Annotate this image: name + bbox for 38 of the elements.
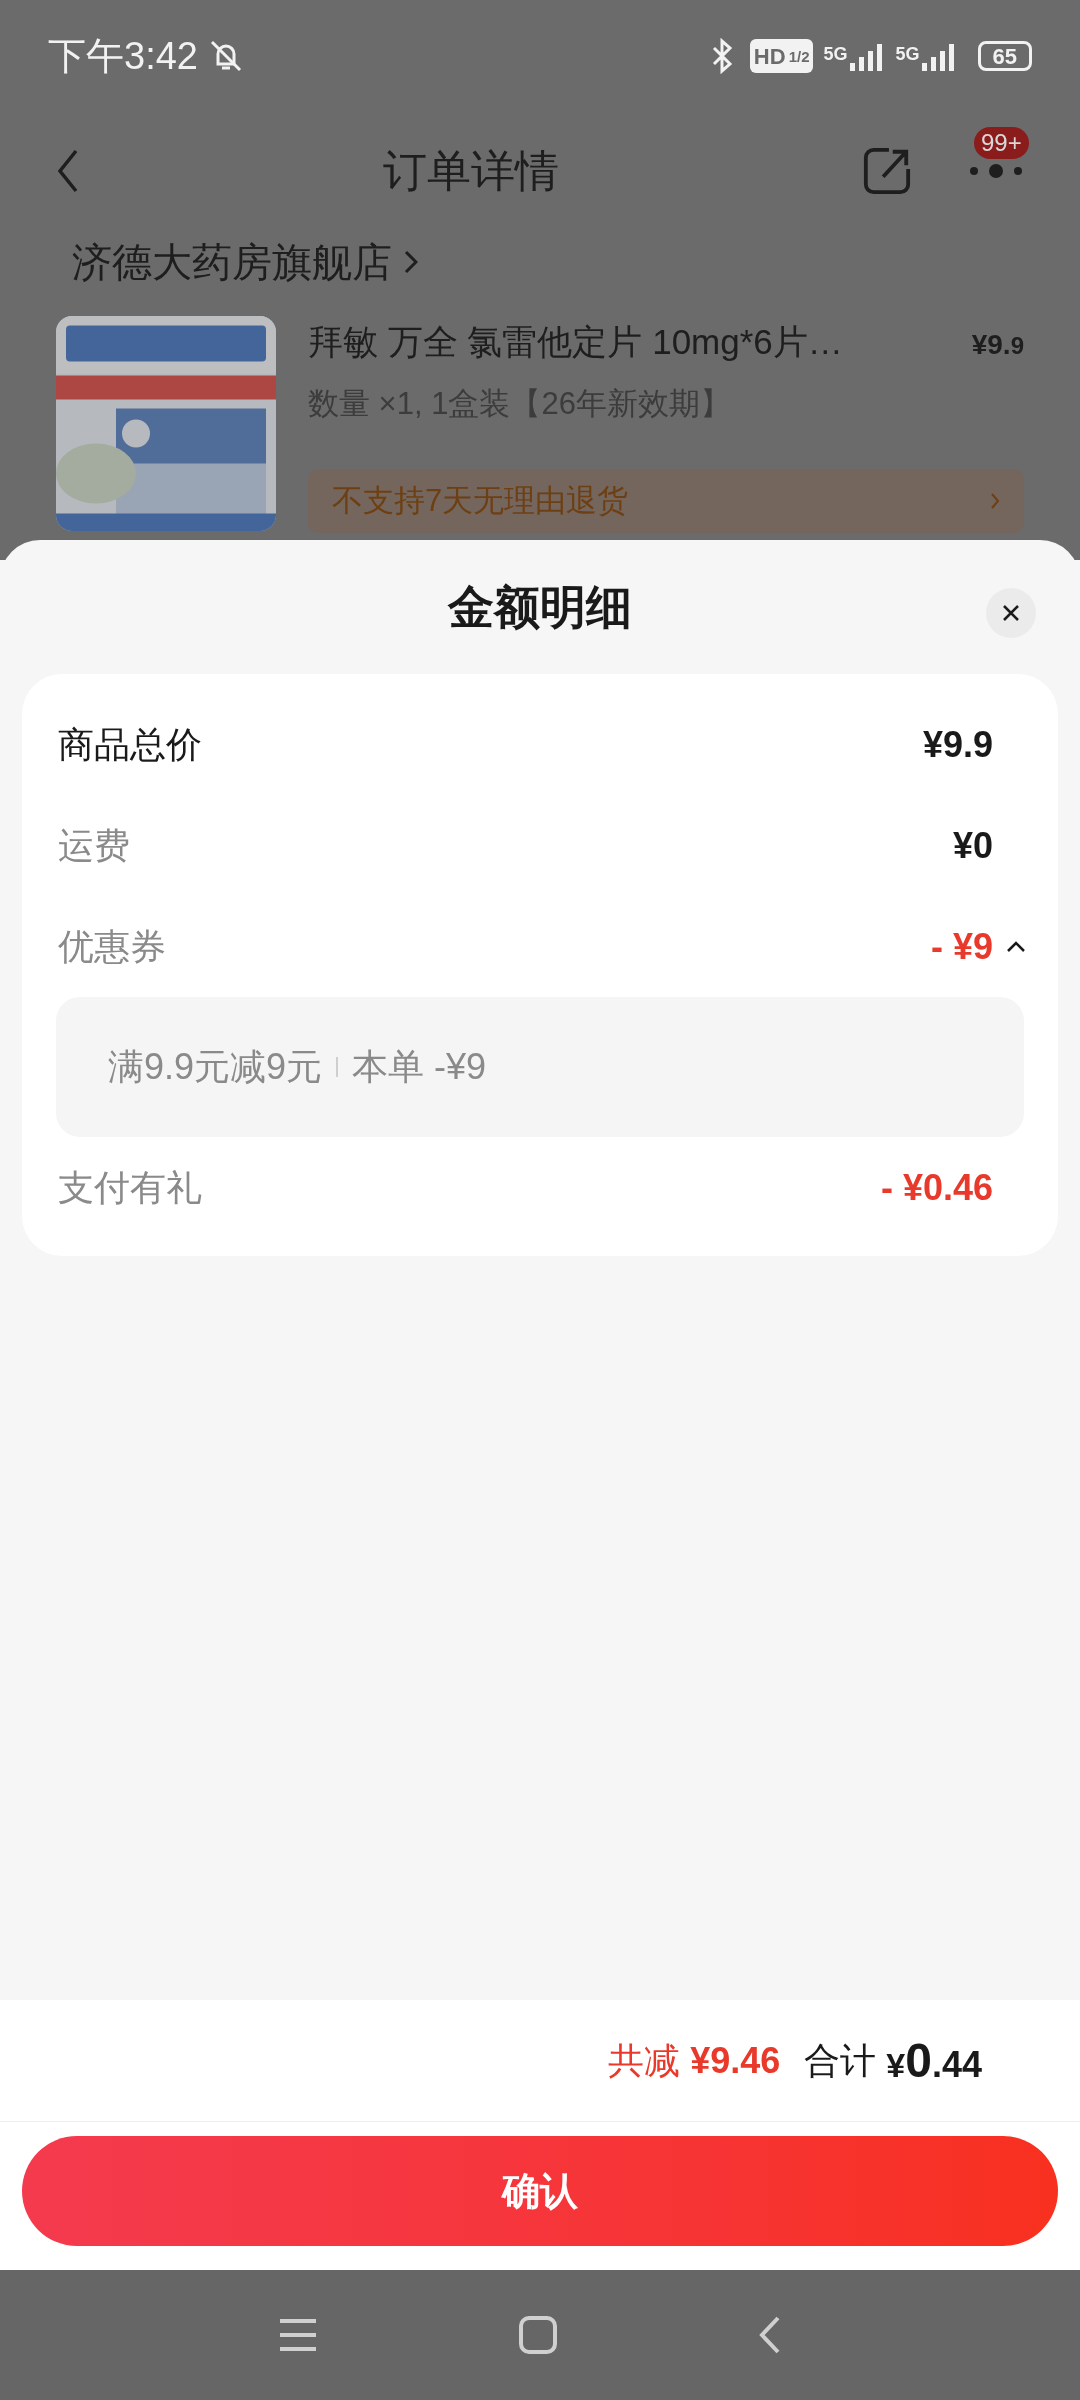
chevron-up-icon[interactable] bbox=[1006, 940, 1026, 953]
status-time: 下午3:42 bbox=[48, 33, 198, 79]
menu-icon[interactable] bbox=[278, 2317, 318, 2353]
fee-label: 商品总价 bbox=[58, 722, 203, 767]
total-label: 合计 bbox=[804, 2038, 877, 2083]
fee-amount: - ¥0.46 bbox=[880, 1165, 993, 1210]
home-icon[interactable] bbox=[518, 2315, 558, 2355]
more-icon[interactable] bbox=[968, 163, 1024, 179]
network-label: 5G bbox=[823, 43, 848, 66]
fee-amount: ¥0 bbox=[952, 823, 993, 868]
coupon-amount: 本单 -¥9 bbox=[352, 1045, 487, 1089]
share-icon[interactable] bbox=[862, 146, 912, 196]
discount-total: ¥9.46 bbox=[690, 2038, 781, 2083]
chevron-right-icon bbox=[404, 250, 418, 274]
fee-label: 支付有礼 bbox=[58, 1165, 203, 1210]
close-icon bbox=[1001, 603, 1021, 623]
coupon-rule: 满9.9元减9元 bbox=[108, 1045, 323, 1089]
page-title: 订单详情 bbox=[382, 145, 560, 197]
close-button[interactable] bbox=[986, 588, 1036, 638]
notification-badge: 99+ bbox=[974, 127, 1029, 159]
battery-indicator: 65 bbox=[977, 41, 1032, 71]
confirm-button[interactable]: 确认 bbox=[22, 2136, 1058, 2246]
sheet-title: 金额明细 bbox=[448, 579, 632, 635]
back-icon[interactable] bbox=[56, 149, 80, 193]
chevron-right-icon bbox=[990, 492, 1000, 510]
hd-badge: HD 1/2 bbox=[749, 39, 814, 73]
discount-label: 共减 bbox=[608, 2038, 681, 2083]
network-label: 5G bbox=[895, 43, 920, 66]
store-name[interactable]: 济德大药房旗舰店 bbox=[72, 232, 392, 292]
fee-label: 运费 bbox=[58, 823, 131, 868]
fee-amount: - ¥9 bbox=[930, 924, 993, 969]
return-policy-notice[interactable]: 不支持7天无理由退货 bbox=[308, 469, 1024, 533]
product-title: 拜敏 万全 氯雷他定片 10mg*6片… bbox=[308, 321, 844, 363]
total-amount: ¥0.44 bbox=[886, 2032, 982, 2089]
fee-amount: ¥9.9 bbox=[922, 722, 993, 767]
fee-label: 优惠券 bbox=[58, 924, 167, 969]
product-price: ¥9.9 bbox=[971, 328, 1024, 362]
back-icon[interactable] bbox=[758, 2315, 782, 2355]
